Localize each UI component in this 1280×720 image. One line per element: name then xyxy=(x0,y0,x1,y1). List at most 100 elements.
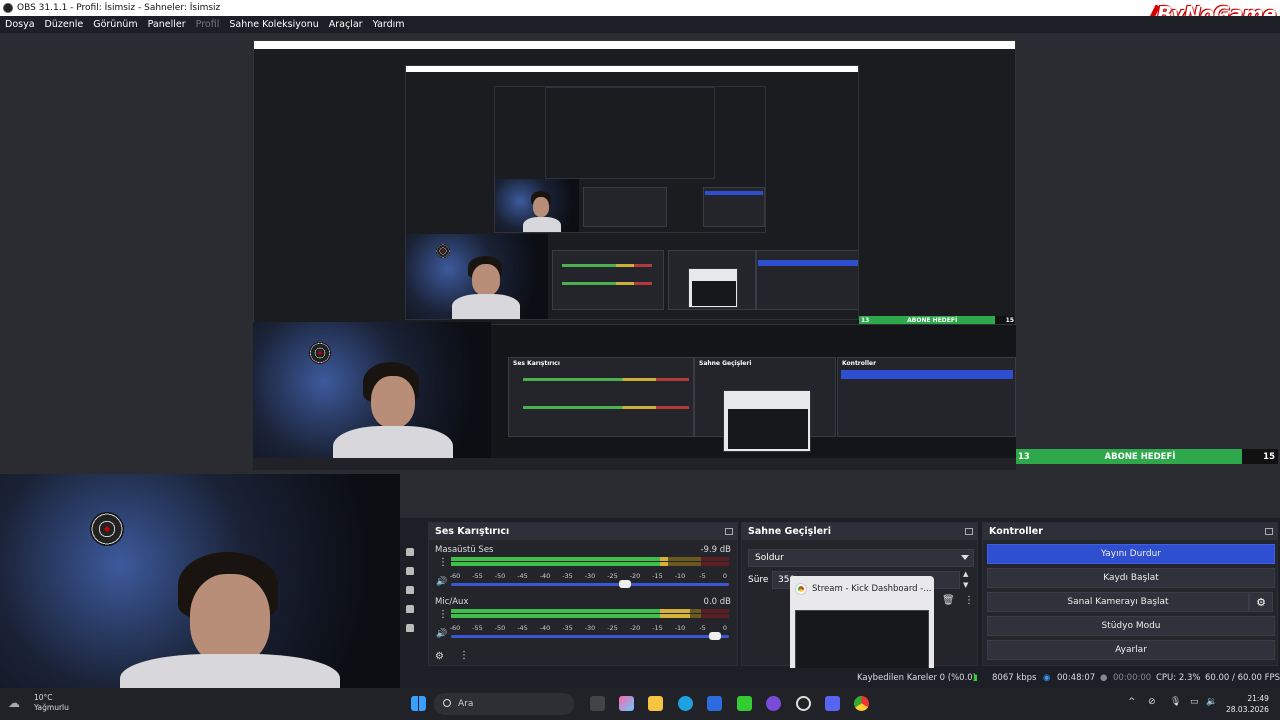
lock-column xyxy=(404,540,416,643)
stop-stream-button[interactable]: Yayını Durdur xyxy=(987,544,1275,564)
volume-meter xyxy=(451,557,729,569)
taskbar: ☁ 10°C Yağmurlu Ara ^ ⊘ 🎙 ▭ 🔉 21:49 28.0… xyxy=(0,688,1280,720)
menu-scene-collection[interactable]: Sahne Koleksiyonu xyxy=(224,19,323,30)
studio-mode-button[interactable]: Stüdyo Modu xyxy=(987,616,1275,636)
transitions-title: Sahne Geçişleri xyxy=(748,526,831,537)
taskbar-hover-thumbnail[interactable]: Stream - Kick Dashboard -... xyxy=(790,576,934,678)
edge-icon[interactable] xyxy=(678,696,693,711)
thumbnail-preview xyxy=(795,610,929,672)
menubar: Dosya Düzenle Görünüm Paneller Profil Sa… xyxy=(0,16,1280,33)
kebab-menu-icon[interactable]: ⋮ xyxy=(438,557,448,568)
preview-canvas[interactable]: 13 ABONE HEDEFİ 15 Ses Karıştırıcı Sahne… xyxy=(253,40,1016,470)
meter-tick-label: -50 xyxy=(494,624,506,632)
store-icon[interactable] xyxy=(707,696,722,711)
meter-tick-label: -40 xyxy=(539,572,551,580)
lock-icon[interactable] xyxy=(406,624,414,632)
menu-help[interactable]: Yardım xyxy=(368,19,410,30)
weather-icon: ☁ xyxy=(8,696,20,710)
meter-segment xyxy=(701,609,729,613)
lock-icon[interactable] xyxy=(406,567,414,575)
volume-slider[interactable] xyxy=(451,635,729,638)
app-icon[interactable] xyxy=(766,696,781,711)
meter-tick-label: -40 xyxy=(539,624,551,632)
meter-segment xyxy=(451,614,660,618)
nested-thumb-1 xyxy=(723,390,811,452)
discord-icon[interactable] xyxy=(825,696,840,711)
meter-segment xyxy=(701,557,729,561)
app-icon[interactable] xyxy=(737,696,752,711)
meter-tick-label: -5 xyxy=(699,624,706,632)
display-icon[interactable]: ▭ xyxy=(1190,697,1199,707)
lock-icon[interactable] xyxy=(406,605,414,613)
meter-segment xyxy=(659,614,702,618)
bitrate: 8067 kbps xyxy=(992,673,1037,683)
search-box[interactable]: Ara xyxy=(434,693,574,715)
meter-tick-label: -60 xyxy=(449,572,461,580)
menu-tools[interactable]: Araçlar xyxy=(324,19,368,30)
undock-icon[interactable] xyxy=(1265,528,1273,535)
nested-thumb-2 xyxy=(688,268,738,308)
kebab-menu-icon[interactable]: ⋮ xyxy=(438,609,448,620)
mixer-menu-icon[interactable]: ⋮ xyxy=(459,650,469,661)
meter-segment xyxy=(659,609,702,613)
lock-icon[interactable] xyxy=(406,586,414,594)
trash-icon[interactable]: 🗑 xyxy=(942,595,955,606)
windows-start-icon[interactable] xyxy=(411,696,426,711)
nested-capture-1: 13 ABONE HEDEFİ 15 xyxy=(253,40,1016,325)
fps: 60.00 / 60.00 FPS xyxy=(1205,673,1280,683)
transition-select[interactable]: Soldur xyxy=(748,549,974,567)
meter-tick-label: -25 xyxy=(607,572,618,580)
menu-file[interactable]: Dosya xyxy=(0,19,40,30)
copilot-icon[interactable] xyxy=(619,696,634,711)
menu-view[interactable]: Görünüm xyxy=(88,19,142,30)
meter-segment xyxy=(451,557,660,561)
statusbar: Kaybedilen Kareler 0 (%0.0) ▮ 8067 kbps … xyxy=(400,668,1280,688)
volume-icon[interactable]: 🔉 xyxy=(1206,697,1217,707)
mic-icon[interactable]: 🎙 xyxy=(1170,697,1181,707)
settings-button[interactable]: Ayarlar xyxy=(987,640,1275,660)
weather-text: Yağmurlu xyxy=(34,703,69,712)
network-icon[interactable]: ⊘ xyxy=(1148,697,1156,707)
advanced-audio-gear-icon[interactable]: ⚙ xyxy=(435,651,444,662)
record-time: 00:00:00 xyxy=(1113,673,1152,683)
meter-tick-label: -45 xyxy=(517,572,528,580)
spin-up-icon[interactable]: ▲ xyxy=(963,570,968,578)
dropped-frames: Kaybedilen Kareler 0 (%0.0) xyxy=(857,673,977,683)
meter-ticks: -60 -55 -50 -45 -40 -35 -30 -25 -20 -15 -10 -5 0 xyxy=(450,624,729,632)
menu-profile[interactable]: Profil xyxy=(191,19,225,30)
preview-area[interactable]: 13 ABONE HEDEFİ 15 Ses Karıştırıcı Sahne… xyxy=(0,33,1280,518)
meter-tick-label: -55 xyxy=(472,572,483,580)
speaker-icon[interactable]: 🔊 xyxy=(436,577,447,587)
meter-ticks: -60 -55 -50 -45 -40 -35 -30 -25 -20 -15 -10 -5 0 xyxy=(449,572,729,580)
weather-widget[interactable]: 10°C Yağmurlu xyxy=(34,693,69,713)
nested-taskbar xyxy=(253,458,1016,470)
task-view-icon[interactable] xyxy=(590,696,605,711)
undock-icon[interactable] xyxy=(725,528,733,535)
meter-tick-label: 0 xyxy=(722,624,728,632)
goal-current: 13 xyxy=(1016,449,1038,464)
start-recording-button[interactable]: Kaydı Başlat xyxy=(987,568,1275,588)
clock[interactable]: 21:49 28.03.2026 xyxy=(1226,693,1269,715)
channel-db: -9.9 dB xyxy=(700,545,731,555)
volume-slider-handle[interactable] xyxy=(709,632,722,640)
meter-tick-label: -10 xyxy=(674,624,686,632)
undock-icon[interactable] xyxy=(965,528,973,535)
volume-slider-handle[interactable] xyxy=(618,580,631,588)
meter-tick-label: -35 xyxy=(562,624,573,632)
obs-taskbar-icon[interactable] xyxy=(796,696,811,711)
file-explorer-icon[interactable] xyxy=(648,696,663,711)
menu-docks[interactable]: Paneller xyxy=(143,19,191,30)
speaker-icon[interactable]: 🔊 xyxy=(436,629,447,639)
menu-edit[interactable]: Düzenle xyxy=(40,19,89,30)
lock-icon[interactable] xyxy=(406,548,414,556)
volume-slider[interactable] xyxy=(451,583,729,586)
start-virtualcam-button[interactable]: Sanal Kamerayı Başlat xyxy=(987,592,1249,612)
tray-expand-icon[interactable]: ^ xyxy=(1128,697,1136,707)
chrome-icon[interactable] xyxy=(854,696,869,711)
transition-menu-icon[interactable]: ⋮ xyxy=(964,595,974,606)
goal-target: 15 xyxy=(1242,449,1278,464)
spin-down-icon[interactable]: ▼ xyxy=(963,581,968,589)
virtualcam-settings-gear-icon[interactable]: ⚙ xyxy=(1249,592,1273,612)
controls-dock: Kontroller Yayını Durdur Kaydı Başlat Sa… xyxy=(982,522,1278,666)
meter-tick-label: -15 xyxy=(652,572,663,580)
